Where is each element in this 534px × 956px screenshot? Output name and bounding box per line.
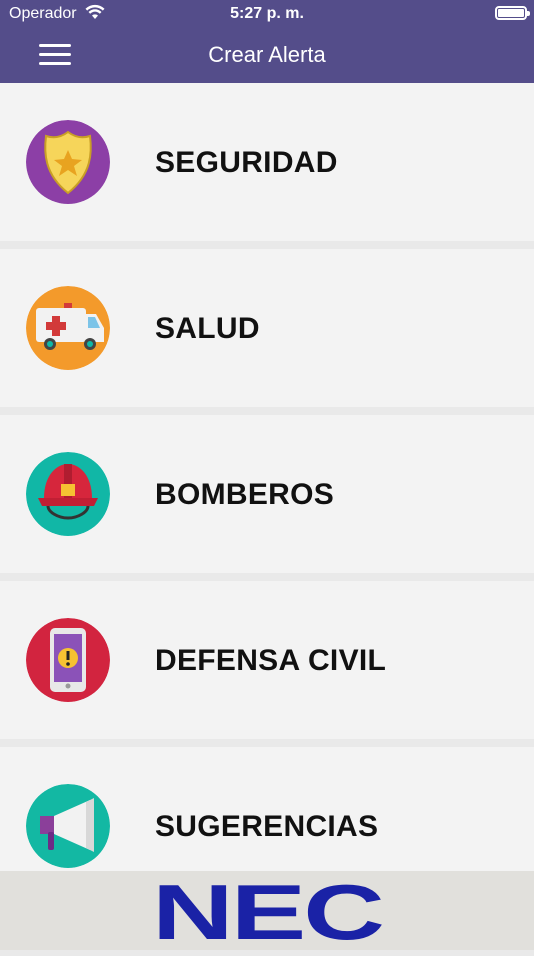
- alert-item-label: DEFENSA CIVIL: [155, 644, 387, 677]
- top-bar: Operador 5:27 p. m. Crear Alerta: [0, 0, 534, 83]
- alert-item-label: SUGERENCIAS: [155, 810, 379, 843]
- battery-icon: [495, 6, 530, 20]
- status-bar: Operador 5:27 p. m.: [0, 0, 534, 28]
- alert-item-salud[interactable]: SALUD: [0, 249, 534, 407]
- alert-item-bomberos[interactable]: BOMBEROS: [0, 415, 534, 573]
- firefighter-helmet-icon: [26, 452, 110, 536]
- alert-category-list: SEGURIDAD SALUD BOMBEROS DEFENSA CIVIL S…: [0, 83, 534, 913]
- alert-item-label: BOMBEROS: [155, 478, 335, 511]
- clock: 5:27 p. m.: [230, 5, 304, 22]
- phone-alert-icon: [26, 618, 110, 702]
- ambulance-icon: [26, 286, 110, 370]
- alert-item-label: SALUD: [155, 312, 260, 345]
- megaphone-icon: [26, 784, 110, 868]
- navigation-bar: Crear Alerta: [0, 28, 534, 83]
- alert-item-defensa-civil[interactable]: DEFENSA CIVIL: [0, 581, 534, 739]
- page-title: Crear Alerta: [208, 42, 326, 67]
- police-badge-icon: [26, 120, 110, 204]
- alert-item-seguridad[interactable]: SEGURIDAD: [0, 83, 534, 241]
- alert-item-label: SEGURIDAD: [155, 146, 338, 179]
- footer-banner: NEC: [0, 868, 534, 956]
- nec-logo: NEC: [151, 868, 385, 956]
